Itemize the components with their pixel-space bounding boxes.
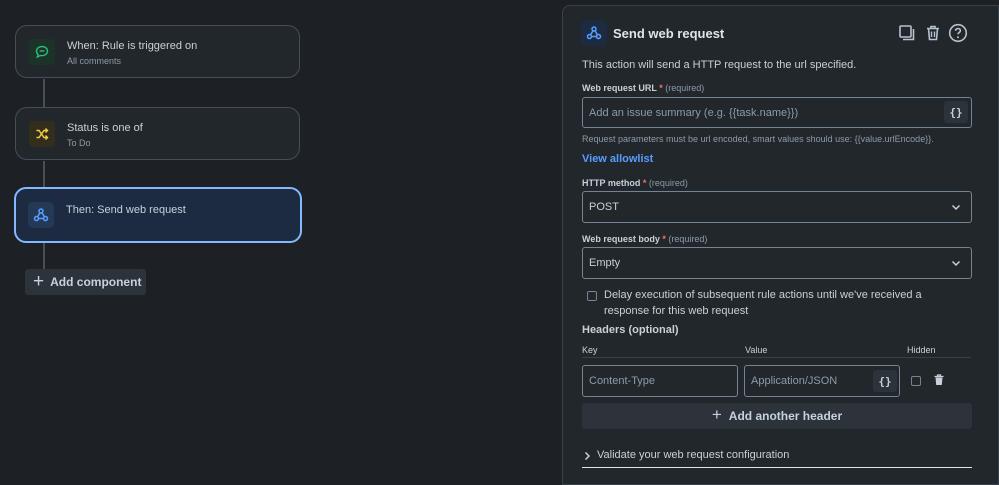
body-label: Web request body * (required): [582, 234, 708, 244]
node-title: Status is one of: [67, 122, 143, 134]
action-node[interactable]: Then: Send web request: [14, 187, 302, 243]
smart-value-button[interactable]: {}: [944, 101, 968, 123]
node-title: When: Rule is triggered on: [67, 40, 198, 52]
panel-title: Send web request: [613, 26, 725, 41]
flow-connector: [43, 161, 45, 188]
smart-value-button[interactable]: {}: [873, 370, 897, 392]
chevron-right-icon[interactable]: [583, 450, 591, 464]
webhook-icon: [581, 20, 607, 46]
add-component-button[interactable]: + Add component: [25, 269, 146, 295]
header-key-input[interactable]: Content-Type: [582, 365, 738, 397]
headers-divider: [582, 357, 971, 358]
add-header-label: Add another header: [728, 409, 843, 423]
delay-checkbox-label: Delay execution of subsequent rule actio…: [604, 289, 922, 317]
delay-checkbox[interactable]: [587, 291, 597, 301]
trash-icon[interactable]: [933, 374, 945, 389]
help-icon[interactable]: [948, 23, 968, 43]
method-label: HTTP method * (required): [582, 178, 688, 188]
node-subtitle: All comments: [67, 56, 122, 66]
add-component-label: Add component: [50, 275, 142, 289]
validate-underline: [582, 467, 972, 468]
comment-icon: [29, 39, 55, 65]
request-body-select[interactable]: Empty: [582, 247, 972, 279]
add-header-button[interactable]: + Add another header: [582, 403, 972, 429]
chevron-down-icon: [951, 202, 961, 215]
header-col-hidden: Hidden: [907, 345, 936, 355]
node-title: Then: Send web request: [66, 204, 186, 216]
body-value: Empty: [589, 257, 621, 269]
url-label: Web request URL * (required): [582, 83, 705, 93]
header-key-placeholder: Content-Type: [589, 375, 656, 387]
condition-node[interactable]: Status is one of To Do: [15, 107, 300, 160]
validate-expander[interactable]: Validate your web request configuration: [597, 449, 789, 461]
flow-connector: [43, 79, 45, 107]
url-input[interactable]: Add an issue summary (e.g. {{task.name}}…: [582, 97, 972, 128]
hidden-checkbox[interactable]: [911, 376, 921, 386]
panel-description: This action will send a HTTP request to …: [582, 59, 857, 71]
chevron-down-icon: [951, 258, 961, 271]
headers-title: Headers (optional): [582, 324, 679, 336]
header-col-value: Value: [745, 345, 768, 355]
url-hint: Request parameters must be url encoded, …: [582, 134, 934, 144]
flow-connector: [43, 243, 45, 269]
shuffle-icon: [29, 121, 55, 147]
trash-icon[interactable]: [923, 23, 943, 43]
webhook-icon: [28, 202, 54, 228]
trigger-node[interactable]: When: Rule is triggered on All comments: [15, 25, 300, 78]
method-value: POST: [589, 201, 619, 213]
http-method-select[interactable]: POST: [582, 191, 972, 223]
header-col-key: Key: [582, 345, 598, 355]
view-allowlist-link[interactable]: View allowlist: [582, 153, 653, 165]
url-placeholder: Add an issue summary (e.g. {{task.name}}…: [589, 106, 799, 119]
header-value-placeholder: Application/JSON: [751, 375, 838, 387]
duplicate-icon[interactable]: [897, 23, 917, 43]
plus-icon: +: [33, 270, 45, 292]
plus-icon: +: [711, 405, 722, 424]
node-subtitle: To Do: [67, 138, 91, 148]
